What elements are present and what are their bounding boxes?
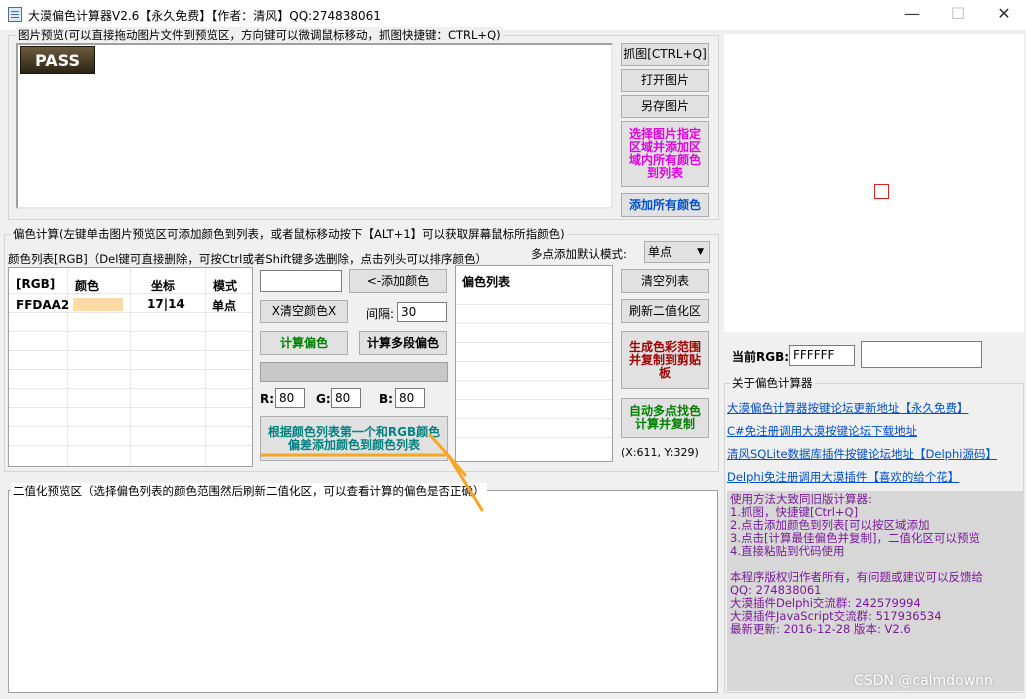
preview-group-label: 图片预览(可以直接拖动图片文件到预览区，方向键可以微调鼠标移动，抓图快捷键：CT…	[16, 27, 503, 43]
calc-offset-button[interactable]: 计算偏色	[260, 331, 348, 355]
link-csharp[interactable]: C#免注册调用大漠按键论坛下载地址	[727, 423, 917, 439]
r-input[interactable]: 80	[275, 388, 305, 408]
capture-button[interactable]: 抓图[CTRL+Q]	[621, 43, 709, 66]
r-label: R:	[260, 392, 275, 406]
row-color-swatch	[73, 298, 123, 311]
current-rgb-label: 当前RGB:	[732, 350, 790, 364]
chevron-down-icon: ▼	[697, 247, 704, 257]
color-table[interactable]: [RGB] 颜色 坐标 模式 FFDAA2 17|14 单点	[8, 267, 253, 467]
image-preview-area[interactable]	[16, 43, 613, 209]
progress-bar	[260, 362, 448, 382]
app-icon	[8, 7, 22, 22]
g-label: G:	[316, 392, 331, 406]
b-input[interactable]: 80	[395, 388, 425, 408]
open-image-button[interactable]: 打开图片	[621, 69, 709, 92]
maximize-button[interactable]: ☐	[935, 0, 981, 30]
close-button[interactable]: ✕	[981, 0, 1026, 30]
link-delphi[interactable]: Delphi免注册调用大漠插件【喜欢的给个花】	[727, 469, 959, 485]
color-list-label: 颜色列表[RGB]（Del键可直接删除，可按Ctrl或者Shift键多选删除，点…	[8, 252, 487, 266]
calc-multi-offset-button[interactable]: 计算多段偏色	[359, 331, 447, 355]
interval-input[interactable]: 30	[397, 302, 447, 322]
about-group-label: 关于偏色计算器	[730, 375, 815, 391]
multi-mode-label: 多点添加默认模式:	[531, 247, 627, 261]
current-color-swatch	[861, 341, 982, 368]
multi-mode-value: 单点	[648, 245, 673, 259]
add-color-button[interactable]: <-添加颜色	[349, 269, 447, 293]
clear-list-button[interactable]: 清空列表	[621, 269, 709, 293]
select-region-button[interactable]: 选择图片指定区域并添加区域内所有颜色到列表	[621, 121, 709, 187]
row-mode[interactable]: 单点	[212, 297, 236, 314]
g-input[interactable]: 80	[331, 388, 361, 408]
cursor-marker	[874, 184, 889, 199]
column-header-color[interactable]: 颜色	[75, 277, 99, 294]
usage-line-4: 4.直接粘贴到代码使用	[730, 544, 845, 558]
refresh-binary-button[interactable]: 刷新二值化区	[621, 299, 709, 323]
pass-image: PASS	[20, 46, 95, 74]
add-all-colors-button[interactable]: 添加所有颜色	[621, 193, 709, 217]
coord-readout: (X:611, Y:329)	[621, 446, 699, 459]
column-header-rgb[interactable]: [RGB]	[16, 277, 55, 291]
save-image-button[interactable]: 另存图片	[621, 95, 709, 118]
color-input[interactable]	[260, 270, 342, 292]
clear-color-button[interactable]: X清空颜色X	[260, 300, 348, 323]
current-rgb-input[interactable]: FFFFFF	[789, 345, 855, 366]
row-rgb[interactable]: FFDAA2	[16, 298, 69, 312]
offset-list-header: 偏色列表	[462, 275, 511, 289]
window-title: 大漠偏色计算器V2.6【永久免费】【作者：清风】QQ:274838061	[28, 9, 381, 23]
row-coord[interactable]: 17|14	[147, 297, 185, 311]
generate-range-button[interactable]: 生成色彩范围并复制到剪贴板	[621, 331, 709, 389]
interval-label: 间隔:	[366, 307, 395, 321]
link-update[interactable]: 大漠偏色计算器按键论坛更新地址【永久免费】	[727, 400, 969, 416]
column-header-mode[interactable]: 模式	[213, 277, 237, 294]
b-label: B:	[379, 392, 393, 406]
copyright-line-4: 最新更新: 2016-12-28 版本: V2.6	[730, 622, 911, 636]
column-header-coord[interactable]: 坐标	[151, 277, 175, 294]
annotation-arrow	[260, 433, 484, 512]
binary-preview-area	[8, 490, 718, 693]
calc-group-label: 偏色计算(左键单击图片预览区可添加颜色到列表，或者鼠标移动按下【ALT+1】可以…	[11, 226, 567, 242]
auto-find-button[interactable]: 自动多点找色计算并复制	[621, 398, 709, 438]
multi-mode-select[interactable]: 单点 ▼	[644, 241, 710, 263]
magnifier-view	[724, 34, 1024, 332]
minimize-button[interactable]: —	[889, 0, 935, 30]
watermark: CSDN @calmdownn	[854, 673, 993, 689]
link-sqlite[interactable]: 清风SQLite数据库插件按键论坛地址【Delphi源码】	[727, 446, 997, 462]
